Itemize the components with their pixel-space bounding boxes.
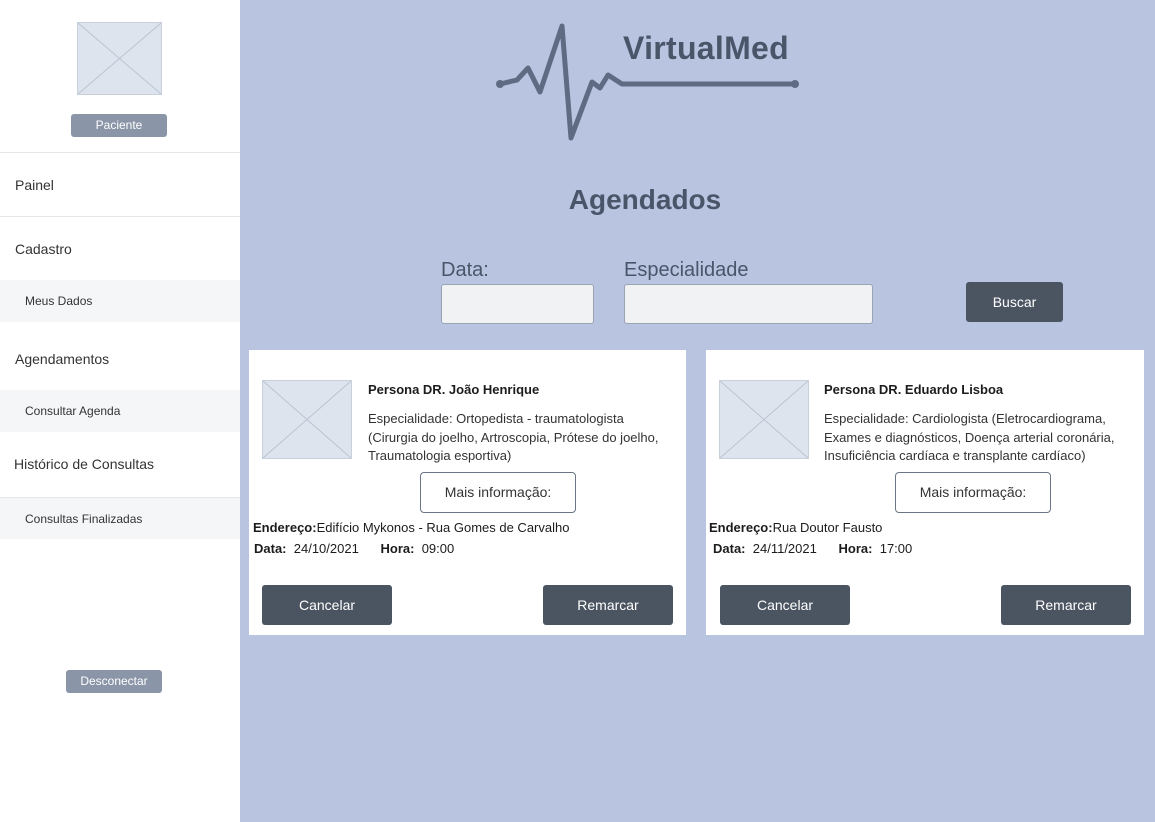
- sidebar-item-consultar-agenda[interactable]: Consultar Agenda: [0, 390, 240, 432]
- sidebar-item-painel[interactable]: Painel: [0, 152, 240, 216]
- cancel-button[interactable]: Cancelar: [262, 585, 392, 625]
- doctor-specialty: Especialidade: Ortopedista - traumatolog…: [368, 411, 659, 463]
- appointment-datetime: Data: 24/11/2021 Hora: 17:00: [713, 541, 913, 556]
- appointment-address: Endereço:Rua Doutor Fausto: [709, 520, 883, 535]
- sidebar-item-agendamentos[interactable]: Agendamentos: [0, 327, 240, 391]
- appointment-address: Endereço:Edifício Mykonos - Rua Gomes de…: [253, 520, 570, 535]
- page-title: Agendados: [568, 184, 722, 215]
- logout-button[interactable]: Desconectar: [66, 670, 162, 693]
- specialty-input[interactable]: [624, 284, 873, 324]
- sidebar-item-historico-consultas[interactable]: Histórico de Consultas: [0, 432, 240, 496]
- reschedule-button[interactable]: Remarcar: [543, 585, 673, 625]
- user-role-button[interactable]: Paciente: [71, 114, 167, 137]
- reschedule-button[interactable]: Remarcar: [1001, 585, 1131, 625]
- doctor-specialty: Especialidade: Cardiologista (Eletrocard…: [824, 411, 1115, 463]
- sidebar-item-consultas-finalizadas[interactable]: Consultas Finalizadas: [0, 497, 240, 539]
- more-info-button[interactable]: Mais informação:: [420, 472, 576, 513]
- doctor-photo-placeholder: [719, 380, 809, 459]
- cancel-button[interactable]: Cancelar: [720, 585, 850, 625]
- doctor-photo-placeholder: [262, 380, 352, 459]
- appointment-card: Persona DR. Eduardo Lisboa Especialidade…: [706, 350, 1144, 635]
- appointment-card: Persona DR. João Henrique Especialidade:…: [249, 350, 686, 635]
- doctor-name: Persona DR. João Henrique: [368, 382, 540, 397]
- profile-image-placeholder: [77, 22, 162, 95]
- search-button[interactable]: Buscar: [966, 282, 1063, 322]
- specialty-label: Especialidade: [624, 259, 749, 281]
- appointment-datetime: Data: 24/10/2021 Hora: 09:00: [254, 541, 455, 556]
- sidebar-item-cadastro[interactable]: Cadastro: [0, 216, 240, 280]
- more-info-button[interactable]: Mais informação:: [895, 472, 1051, 513]
- sidebar-item-meus-dados[interactable]: Meus Dados: [0, 280, 240, 322]
- app-logo-text: VirtualMed: [623, 30, 789, 66]
- sidebar: Paciente Painel Cadastro Meus Dados Agen…: [0, 0, 240, 822]
- doctor-name: Persona DR. Eduardo Lisboa: [824, 382, 1004, 397]
- date-input[interactable]: [441, 284, 594, 324]
- date-label: Data:: [441, 259, 489, 281]
